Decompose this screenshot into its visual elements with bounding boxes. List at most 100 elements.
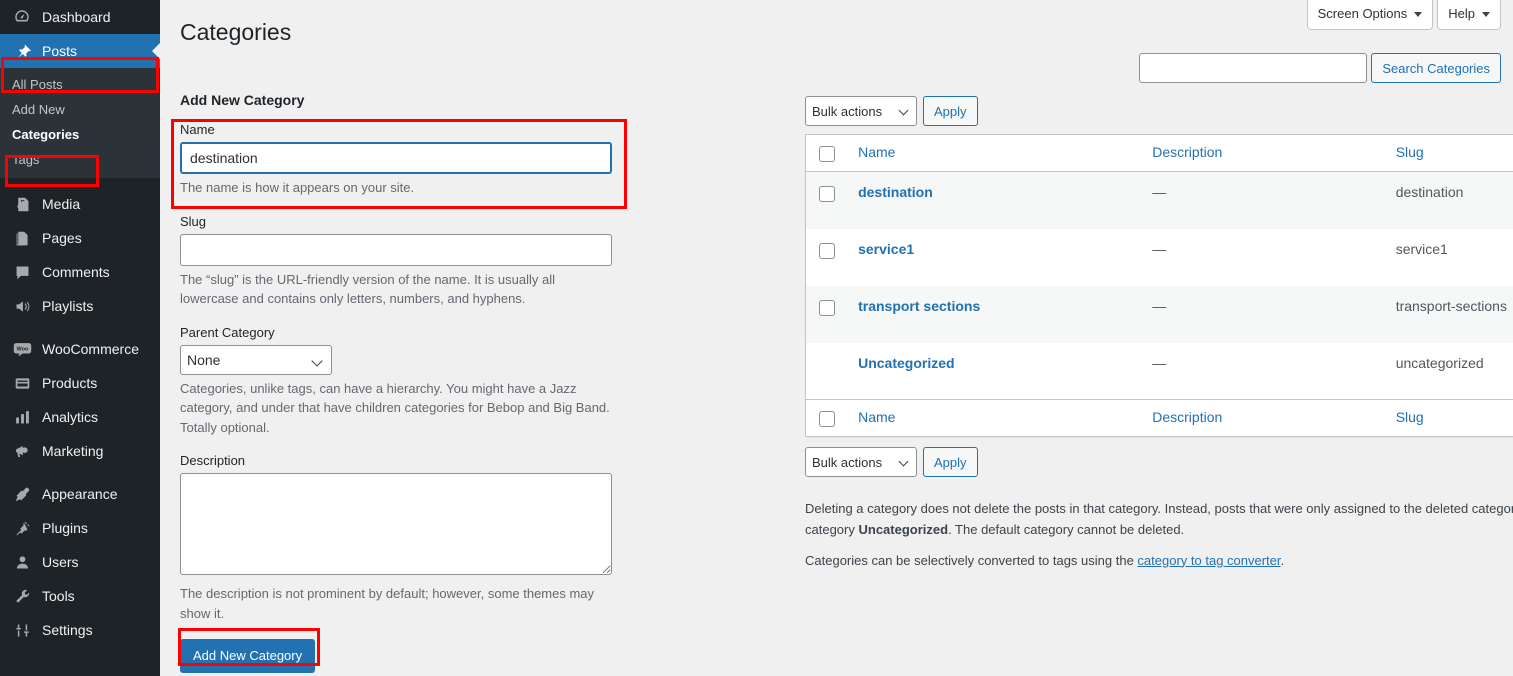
table-row: destination — destination 3: [805, 171, 1513, 229]
help-button[interactable]: Help: [1437, 0, 1501, 31]
sidebar-item-label: WooCommerce: [42, 341, 139, 357]
category-link[interactable]: destination: [858, 184, 933, 200]
sidebar-item-settings[interactable]: Settings: [0, 613, 160, 647]
category-link[interactable]: service1: [858, 241, 914, 257]
note-delete-info: Deleting a category does not delete the …: [805, 499, 1513, 541]
row-checkbox-cell: [806, 172, 849, 229]
bulk-actions-select-bottom[interactable]: Bulk actions: [805, 447, 917, 477]
sidebar-item-plugins[interactable]: Plugins: [0, 511, 160, 545]
sidebar-item-label: Media: [42, 196, 81, 212]
row-slug-cell: transport-sections: [1395, 297, 1507, 314]
parent-category-label: Parent Category: [180, 324, 275, 340]
wordpress-admin-screen: Dashboard Posts All Posts Add New Catego…: [0, 0, 1513, 676]
sidebar-item-label: Appearance: [42, 486, 118, 502]
apply-button-top[interactable]: Apply: [923, 96, 978, 126]
name-help-text: The name is how it appears on your site.: [180, 180, 415, 195]
note-converter-part1: Categories can be selectively converted …: [805, 552, 1138, 568]
plugins-icon: [10, 518, 34, 538]
sidebar-item-tools[interactable]: Tools: [0, 579, 160, 613]
table-foot: Name Description Slug Count: [805, 399, 1513, 437]
form-heading: Add New Category: [180, 92, 305, 108]
sidebar-item-label: Analytics: [42, 409, 99, 425]
sidebar-item-posts[interactable]: Posts: [0, 34, 160, 68]
categories-notes: Deleting a category does not delete the …: [805, 499, 1513, 571]
select-all-footer: [805, 399, 849, 437]
slug-label: Slug: [180, 213, 207, 229]
description-textarea[interactable]: [180, 473, 612, 575]
column-footer-name[interactable]: Name: [848, 399, 1143, 437]
select-all-checkbox-bottom[interactable]: [819, 411, 835, 427]
search-categories-button[interactable]: Search Categories: [1371, 53, 1501, 83]
screen-options-label: Screen Options: [1317, 6, 1408, 21]
sidebar-item-categories[interactable]: Categories: [0, 122, 160, 147]
note-converter-part2: .: [1280, 552, 1285, 568]
screen-options-button[interactable]: Screen Options: [1306, 0, 1434, 31]
tablenav-top: Bulk actions Apply 4 items: [805, 96, 1513, 126]
sidebar-item-woocommerce[interactable]: Woo WooCommerce: [0, 332, 160, 366]
main-content: Screen Options Help Categories Search Ca…: [160, 0, 1513, 676]
slug-input[interactable]: [180, 233, 612, 266]
add-new-category-submit-button[interactable]: Add New Category: [180, 639, 316, 673]
select-all-checkbox-top[interactable]: [819, 146, 835, 162]
row-checkbox-cell: [806, 286, 849, 343]
field-parent-category: Parent Category None Categories, unlike …: [180, 325, 620, 438]
sidebar-item-media[interactable]: Media: [0, 187, 160, 221]
bulk-actions-select-top[interactable]: Bulk actions: [805, 96, 917, 126]
sidebar-item-analytics[interactable]: Analytics: [0, 400, 160, 434]
column-header-slug[interactable]: Slug: [1385, 134, 1513, 172]
search-input[interactable]: [1139, 53, 1368, 83]
apply-button-bottom[interactable]: Apply: [923, 447, 978, 477]
row-name-cell: Uncategorized: [848, 343, 1142, 400]
sidebar-item-label: Comments: [42, 264, 110, 280]
bulk-actions-select-wrap-bottom: Bulk actions: [805, 447, 917, 477]
name-input[interactable]: [180, 142, 612, 174]
bulk-actions-select-wrap-top: Bulk actions: [805, 96, 917, 126]
table-head: Name Description Slug Count: [805, 134, 1513, 172]
note-default-category: Uncategorized: [858, 521, 949, 537]
parent-category-help-text: Categories, unlike tags, can have a hier…: [180, 380, 610, 435]
column-footer-slug[interactable]: Slug: [1385, 399, 1513, 437]
sidebar-item-comments[interactable]: Comments: [0, 255, 160, 289]
help-label: Help: [1448, 6, 1475, 21]
analytics-icon: [10, 407, 34, 427]
category-link[interactable]: transport sections: [858, 298, 980, 314]
field-slug: Slug The “slug” is the URL-friendly vers…: [180, 214, 620, 309]
sidebar-item-pages[interactable]: Pages: [0, 221, 160, 255]
column-header-name[interactable]: Name: [848, 134, 1143, 172]
media-icon: [10, 194, 34, 214]
select-all-header: [805, 134, 849, 172]
sidebar-item-marketing[interactable]: Marketing: [0, 434, 160, 468]
sidebar-item-appearance[interactable]: Appearance: [0, 477, 160, 511]
categories-table: Name Description Slug Count destination: [805, 134, 1513, 437]
sidebar-item-users[interactable]: Users: [0, 545, 160, 579]
row-checkbox[interactable]: [819, 299, 835, 316]
sidebar-item-add-new[interactable]: Add New: [0, 97, 160, 122]
sidebar-item-label: Posts: [42, 43, 78, 59]
name-label: Name: [180, 122, 215, 137]
column-header-description[interactable]: Description: [1142, 134, 1386, 172]
chevron-down-icon: [1414, 11, 1423, 17]
sidebar-item-tags[interactable]: Tags: [0, 147, 160, 172]
sidebar-item-dashboard[interactable]: Dashboard: [0, 0, 160, 34]
playlists-icon: [10, 296, 34, 316]
sidebar-item-label: Marketing: [42, 443, 104, 459]
description-label: Description: [180, 453, 246, 468]
field-description: Description The description is not promi…: [180, 453, 620, 623]
sidebar-item-label: Settings: [42, 622, 93, 638]
column-footer-description[interactable]: Description: [1142, 399, 1386, 437]
sidebar-item-playlists[interactable]: Playlists: [0, 289, 160, 323]
sidebar-item-all-posts[interactable]: All Posts: [0, 72, 160, 97]
parent-category-select[interactable]: None: [180, 344, 332, 375]
field-name: Name The name is how it appears on your …: [180, 122, 620, 198]
category-to-tag-converter-link[interactable]: category to tag converter: [1137, 553, 1280, 568]
category-link[interactable]: Uncategorized: [858, 355, 954, 371]
row-checkbox[interactable]: [819, 186, 835, 202]
svg-text:Woo: Woo: [16, 346, 28, 352]
users-icon: [10, 552, 34, 572]
page-title: Categories: [180, 19, 292, 45]
sidebar-item-products[interactable]: Products: [0, 366, 160, 400]
sidebar-item-label: Users: [42, 554, 79, 570]
row-checkbox[interactable]: [819, 242, 835, 259]
row-checkbox-cell: [806, 343, 849, 400]
table-row: transport sections — transport-sections …: [805, 285, 1513, 343]
